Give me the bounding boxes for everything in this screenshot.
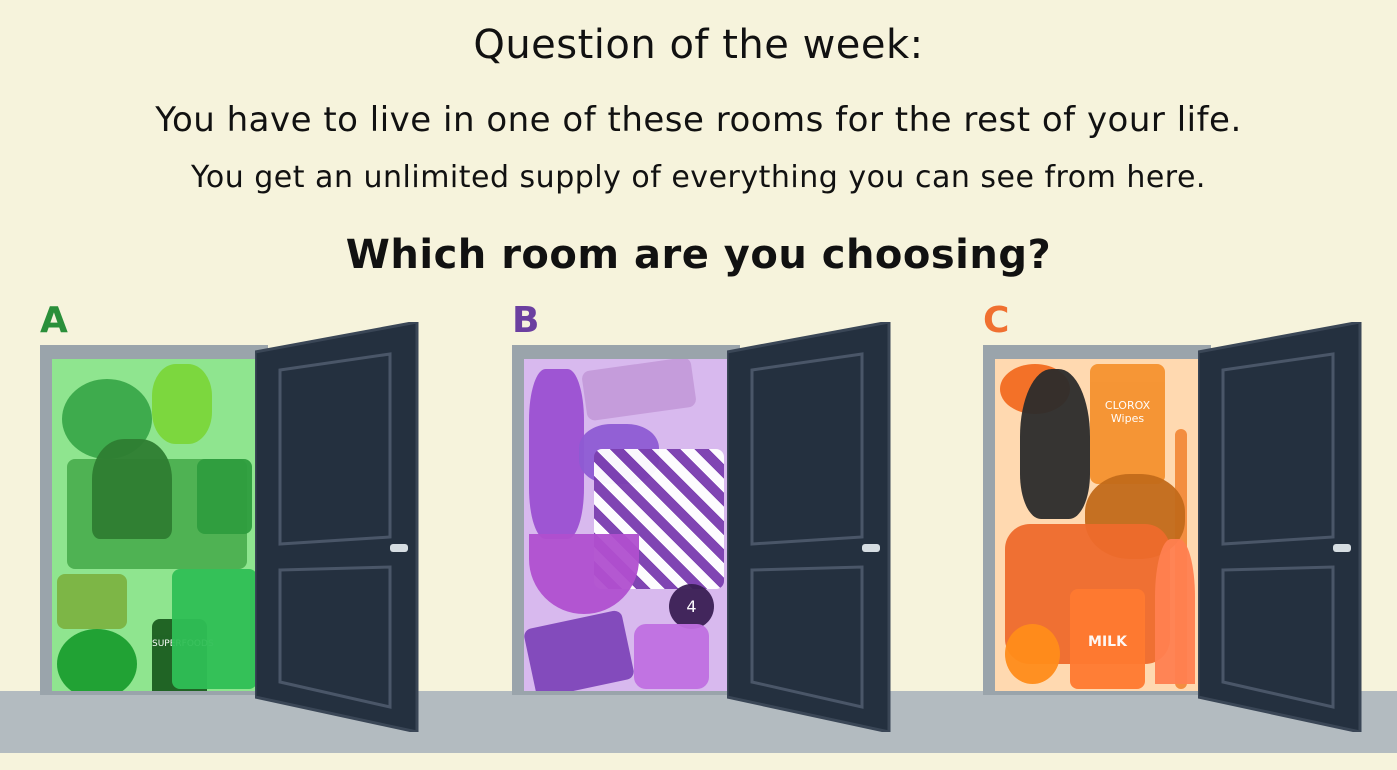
gummy-bear: [152, 364, 212, 444]
green-leaves: [172, 569, 256, 689]
purple-broom: [524, 609, 636, 691]
orange-yarn: [1005, 624, 1060, 684]
clorox-brand: CLOROX: [1104, 399, 1151, 412]
pop-it-toy: [634, 624, 709, 689]
green-rooster: [92, 439, 172, 539]
door-frame-c: CLOROX Wipes MILK: [983, 345, 1211, 695]
door-frame-b: 4: [512, 345, 740, 695]
question-text: Which room are you choosing?: [345, 232, 1052, 278]
room-c[interactable]: C CLOROX Wipes MILK: [983, 300, 1383, 750]
green-toy: [57, 629, 137, 691]
rubber-chicken: [529, 369, 584, 539]
room-label-c: C: [983, 300, 1010, 341]
purple-pizza: [581, 359, 697, 422]
green-camera: [57, 574, 127, 629]
floor-edge: [0, 753, 1397, 770]
room-interior-b[interactable]: 4: [524, 359, 728, 691]
room-b[interactable]: B 4: [512, 300, 912, 750]
penguin: [1020, 369, 1090, 519]
milk-jug: MILK: [1070, 589, 1145, 689]
room-label-b: B: [512, 300, 540, 341]
room-a[interactable]: A SUPERFOODS: [40, 300, 440, 750]
prompt-line-2: You get an unlimited supply of everythin…: [191, 160, 1206, 195]
wipes-label: Wipes: [1110, 412, 1145, 425]
door-a[interactable]: [255, 322, 425, 732]
green-kettle: [197, 459, 252, 534]
room-label-a: A: [40, 300, 68, 341]
eight-ball: 4: [669, 584, 714, 629]
purple-watermelon: [529, 534, 639, 614]
orange-eiffel-tower: [1155, 539, 1195, 684]
door-c[interactable]: [1198, 322, 1368, 732]
room-interior-c[interactable]: CLOROX Wipes MILK: [995, 359, 1199, 691]
door-frame-a: SUPERFOODS: [40, 345, 268, 695]
room-interior-a[interactable]: SUPERFOODS: [52, 359, 256, 691]
page-title: Question of the week:: [473, 22, 924, 68]
door-b[interactable]: [727, 322, 897, 732]
clorox-wipes: CLOROX Wipes: [1090, 364, 1165, 484]
prompt-line-1: You have to live in one of these rooms f…: [155, 100, 1242, 140]
